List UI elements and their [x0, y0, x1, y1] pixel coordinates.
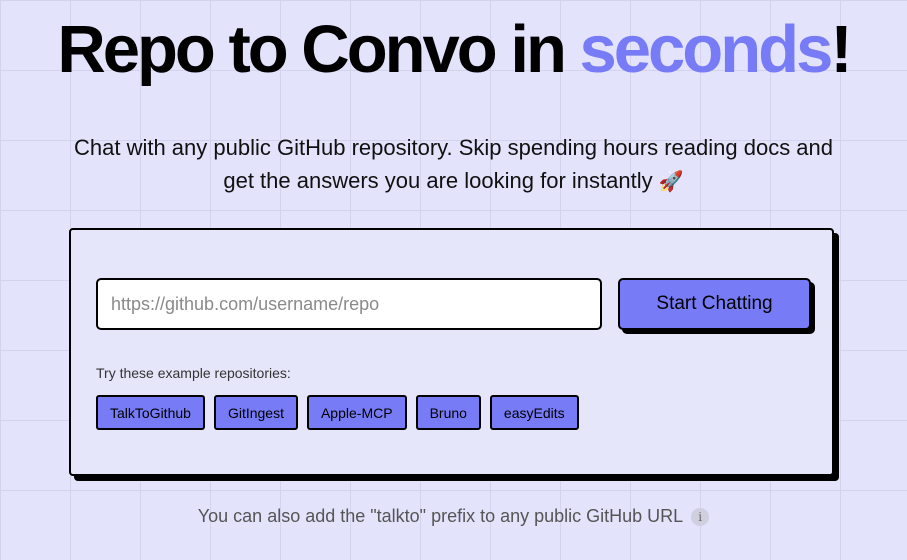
example-repo-list: TalkToGithub GitIngest Apple-MCP Bruno e…: [96, 395, 579, 430]
hero-title-main: Repo to Convo in: [57, 12, 580, 87]
start-chatting-button[interactable]: Start Chatting: [618, 278, 811, 330]
repo-form-card: Start Chatting Try these example reposit…: [69, 228, 834, 476]
hero-subtitle: Chat with any public GitHub repository. …: [60, 131, 847, 198]
example-repo-chip-easyedits[interactable]: easyEdits: [489, 395, 579, 430]
examples-label: Try these example repositories:: [96, 365, 291, 381]
hero-title-accent: seconds: [579, 12, 834, 87]
prefix-hint-text: You can also add the "talkto" prefix to …: [197, 506, 684, 526]
info-icon[interactable]: i: [691, 508, 710, 526]
hero-title: Repo to Convo in seconds!: [0, 8, 907, 92]
hero-title-end: !: [830, 12, 852, 87]
prefix-hint: You can also add the "talkto" prefix to …: [0, 506, 907, 527]
rocket-icon: 🚀: [658, 169, 684, 193]
example-repo-chip-bruno[interactable]: Bruno: [415, 395, 481, 430]
example-repo-chip-gitingest[interactable]: GitIngest: [213, 395, 298, 430]
repo-url-input[interactable]: [96, 278, 602, 330]
example-repo-chip-talktogithub[interactable]: TalkToGithub: [96, 395, 205, 430]
example-repo-chip-apple-mcp[interactable]: Apple-MCP: [306, 395, 407, 430]
subtitle-text: Chat with any public GitHub repository. …: [73, 135, 834, 193]
